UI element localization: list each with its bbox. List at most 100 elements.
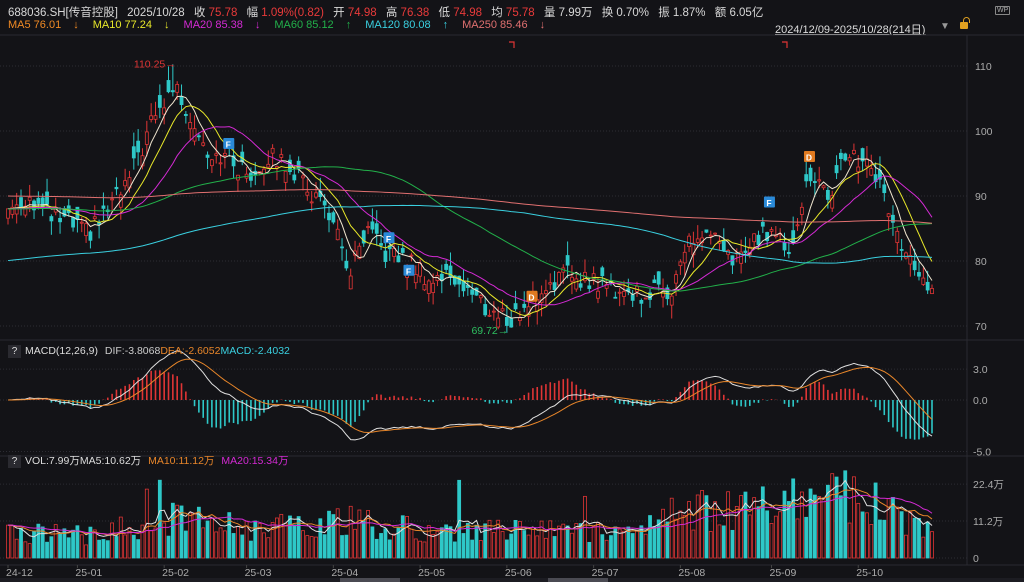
- candle-body: [869, 168, 874, 176]
- candle-body: [795, 224, 800, 227]
- candle-body: [166, 80, 171, 93]
- candle-body: [695, 238, 700, 243]
- signal-marker-f: F: [223, 138, 235, 150]
- volume-bar: [405, 515, 409, 559]
- volume-bar: [830, 473, 835, 559]
- x-tick-label: 25-05: [418, 567, 445, 579]
- candle-body: [574, 278, 579, 290]
- signal-marker-text: F: [386, 234, 391, 244]
- volume-bar: [661, 508, 665, 559]
- volume-bar: [71, 529, 75, 559]
- volume-bar: [335, 508, 340, 559]
- scrollbar-track[interactable]: [0, 578, 1024, 582]
- volume-bar: [366, 510, 370, 559]
- volume-bar: [557, 525, 561, 559]
- signal-marker-f: F: [763, 196, 775, 208]
- candle-body: [856, 166, 861, 173]
- volume-bar: [292, 524, 297, 559]
- volume-bar: [357, 509, 362, 559]
- candle-body: [426, 280, 431, 294]
- volume-bar: [36, 523, 41, 559]
- volume-bar: [778, 511, 783, 559]
- candle-body: [205, 154, 210, 158]
- candle-body: [613, 296, 618, 299]
- volume-bar: [236, 526, 240, 559]
- candle-body: [71, 217, 75, 228]
- price-tick-label: 90: [975, 191, 987, 203]
- price-tick-label: 70: [975, 321, 987, 333]
- volume-bar: [188, 512, 193, 559]
- volume-bar: [392, 533, 396, 559]
- volume-bar: [752, 497, 757, 559]
- volume-bar: [895, 506, 900, 559]
- volume-bar: [544, 537, 548, 559]
- candle-body: [852, 149, 856, 155]
- candle-body: [19, 197, 23, 208]
- candle-body: [769, 229, 774, 232]
- volume-bar: [266, 537, 271, 559]
- volume-tick-label: 0: [973, 553, 979, 565]
- candle-body: [570, 276, 574, 282]
- candle-body: [743, 250, 748, 253]
- range-bracket-icon: [782, 41, 788, 48]
- stock-chart[interactable]: 70 80 90 100 110 3.0 0.0 -5.0 22.4万 11.2万 0 24-12 25…: [0, 0, 1024, 582]
- volume-bar: [591, 526, 596, 559]
- volume-bar: [708, 531, 713, 559]
- candle-body: [335, 228, 340, 241]
- candle-body: [409, 254, 414, 257]
- volume-bar: [908, 511, 913, 559]
- volume-bar: [804, 516, 809, 559]
- macd-name: MACD(12,26,9): [25, 345, 98, 357]
- macd-help-button[interactable]: ?: [8, 345, 21, 358]
- scrollbar-thumb[interactable]: [340, 578, 400, 582]
- volume-bar: [756, 506, 761, 559]
- candle-body: [309, 201, 314, 204]
- volume-bar: [630, 533, 635, 559]
- candle-body: [379, 243, 383, 246]
- volume-bar: [531, 527, 535, 559]
- volume-bar: [275, 517, 279, 559]
- candle-body: [587, 285, 592, 289]
- volume-bar: [240, 534, 245, 559]
- volume-bar: [899, 511, 904, 559]
- candle-body: [170, 90, 175, 93]
- signal-marker-text: F: [766, 198, 771, 208]
- volume-bar: [166, 535, 171, 559]
- candle-body: [6, 208, 10, 219]
- candle-body: [374, 223, 379, 234]
- volume-bar: [565, 525, 570, 559]
- volume-bar: [413, 538, 418, 559]
- price-extreme-label: 69.72→: [471, 325, 508, 337]
- candle-body: [283, 170, 288, 183]
- volume-bar: [101, 539, 106, 559]
- volume-bar: [19, 527, 23, 559]
- candle-body: [240, 151, 245, 163]
- candle-body: [266, 163, 271, 168]
- candle-body: [322, 200, 327, 206]
- macd-dif: DIF:-3.8068: [104, 345, 161, 357]
- volume-bar: [609, 535, 613, 559]
- volume-bar: [66, 537, 71, 559]
- candle-body: [366, 226, 370, 228]
- x-tick-label: 25-07: [592, 567, 619, 579]
- volume-bar: [149, 530, 154, 559]
- volume-tick-label: 22.4万: [973, 479, 1004, 491]
- candle-body: [249, 172, 253, 181]
- volume-bar: [370, 526, 375, 559]
- volume-tick-label: 11.2万: [973, 516, 1003, 528]
- volume-help-button[interactable]: ?: [8, 455, 21, 468]
- volume-bar: [921, 536, 926, 559]
- volume-bar: [288, 515, 292, 559]
- volume-bar: [32, 530, 36, 559]
- volume-bar: [760, 486, 765, 559]
- volume-bar: [821, 497, 826, 559]
- volume-bar: [162, 522, 167, 559]
- volume-bar: [721, 525, 726, 559]
- volume-bar: [374, 538, 379, 559]
- candle-body: [882, 184, 887, 194]
- volume-bar: [309, 536, 314, 559]
- volume-bar: [639, 525, 644, 559]
- scrollbar-thumb[interactable]: [548, 578, 608, 582]
- volume-bar: [14, 538, 19, 559]
- volume-bar: [422, 541, 427, 559]
